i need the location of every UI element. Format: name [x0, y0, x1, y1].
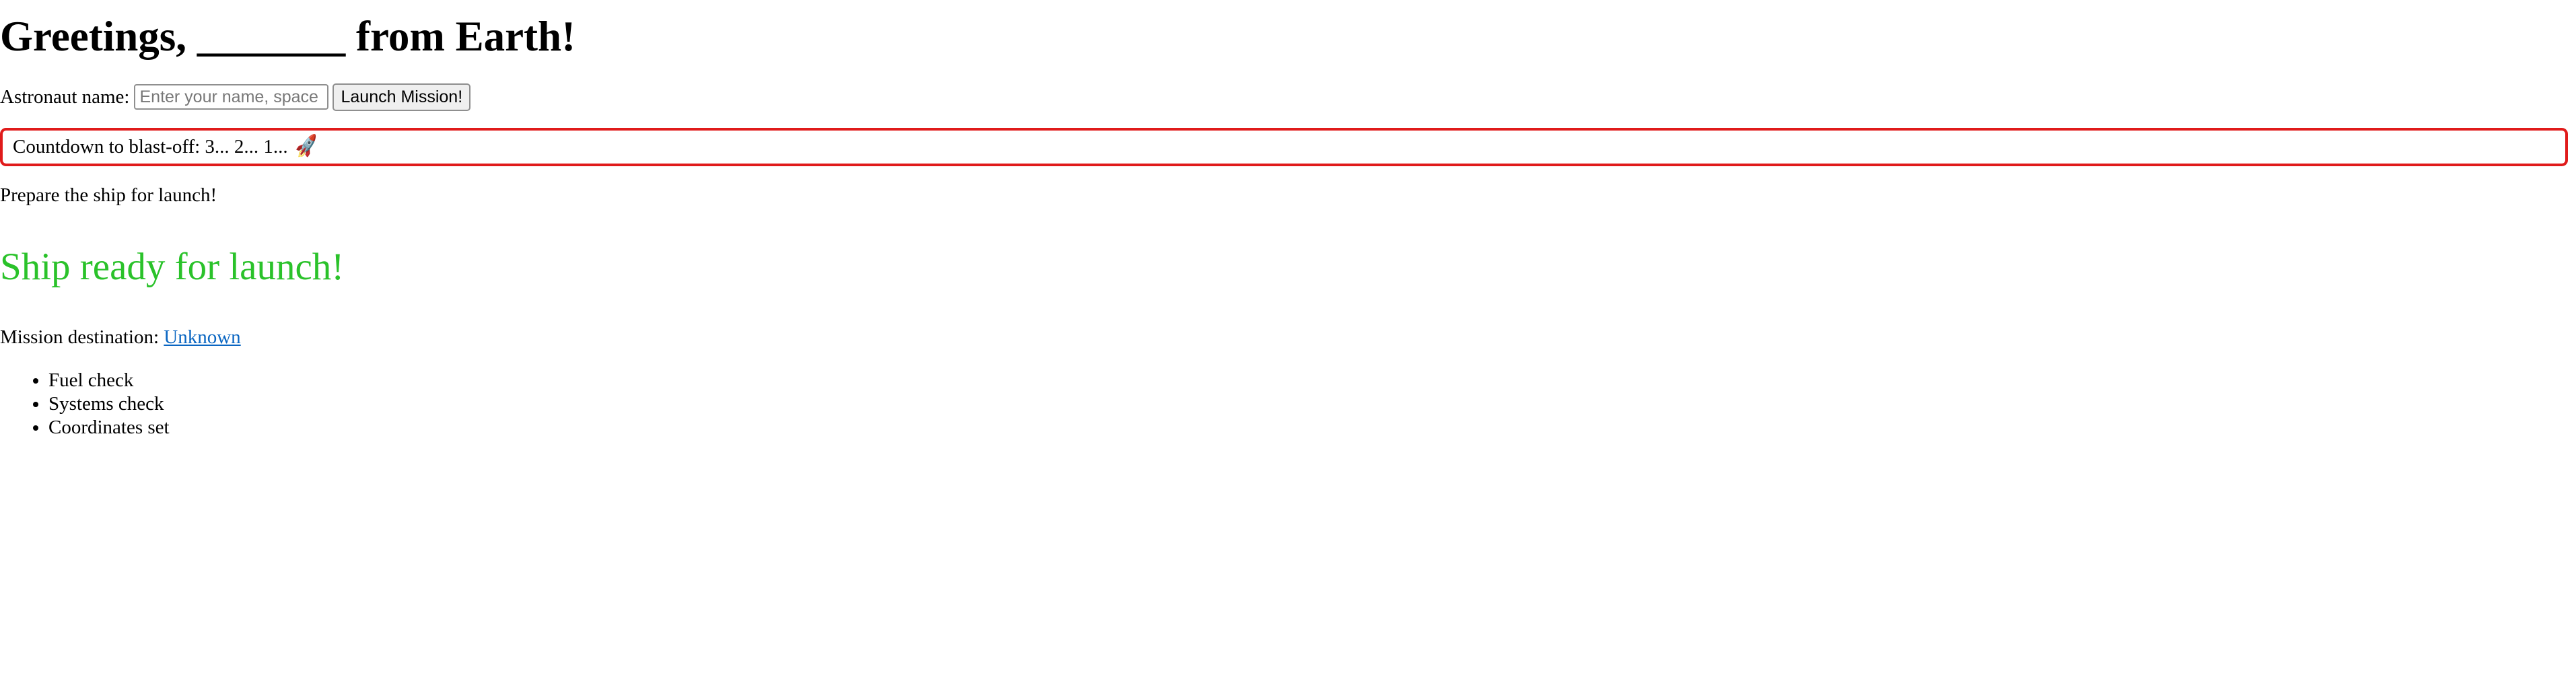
astronaut-name-form: Astronaut name: Launch Mission! — [0, 83, 471, 111]
list-item: Fuel check — [48, 369, 170, 392]
astronaut-name-input[interactable] — [134, 84, 329, 110]
rocket-icon: 🚀 — [293, 134, 321, 159]
checklist: Fuel check Systems check Coordinates set — [0, 369, 170, 439]
list-item: Coordinates set — [48, 416, 170, 439]
destination-link[interactable]: Unknown — [164, 326, 240, 348]
list-item: Systems check — [48, 392, 170, 416]
destination-label: Mission destination: — [0, 326, 160, 348]
prepare-text: Prepare the ship for launch! — [0, 184, 217, 206]
launch-mission-button[interactable]: Launch Mission! — [333, 83, 471, 111]
astronaut-name-label: Astronaut name: — [0, 85, 130, 108]
status-message: Ship ready for launch! — [0, 246, 345, 288]
mission-destination: Mission destination: Unknown — [0, 326, 241, 349]
countdown-banner: Countdown to blast-off: 3... 2... 1... 🚀 — [0, 128, 2568, 166]
countdown-text: Countdown to blast-off: 3... 2... 1... — [13, 136, 288, 157]
page-title: Greetings, _______ from Earth! — [0, 13, 576, 60]
page: Greetings, _______ from Earth! Astronaut… — [0, 0, 2576, 677]
